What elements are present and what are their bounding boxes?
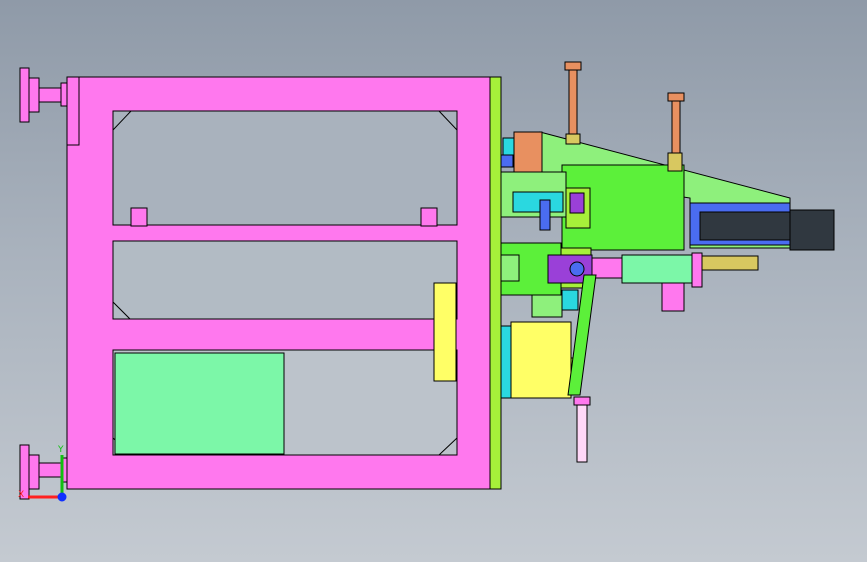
cad-viewport[interactable]: X Y xyxy=(0,0,867,562)
x-axis-label: X xyxy=(18,490,24,500)
mounting-plate[interactable] xyxy=(489,76,502,490)
electrical-box[interactable] xyxy=(114,352,285,455)
pneumatic-cylinder-left[interactable] xyxy=(564,61,582,145)
drive-motor[interactable] xyxy=(689,202,835,251)
mid-slide-assembly[interactable] xyxy=(500,242,759,318)
yellow-spacer-block xyxy=(433,282,457,382)
cad-model-view[interactable]: X Y xyxy=(0,0,867,562)
leveling-foot-top xyxy=(19,67,70,123)
y-axis-label: Y xyxy=(57,445,64,455)
z-axis-dot xyxy=(57,492,67,502)
pneumatic-cylinder-right[interactable] xyxy=(667,92,685,172)
